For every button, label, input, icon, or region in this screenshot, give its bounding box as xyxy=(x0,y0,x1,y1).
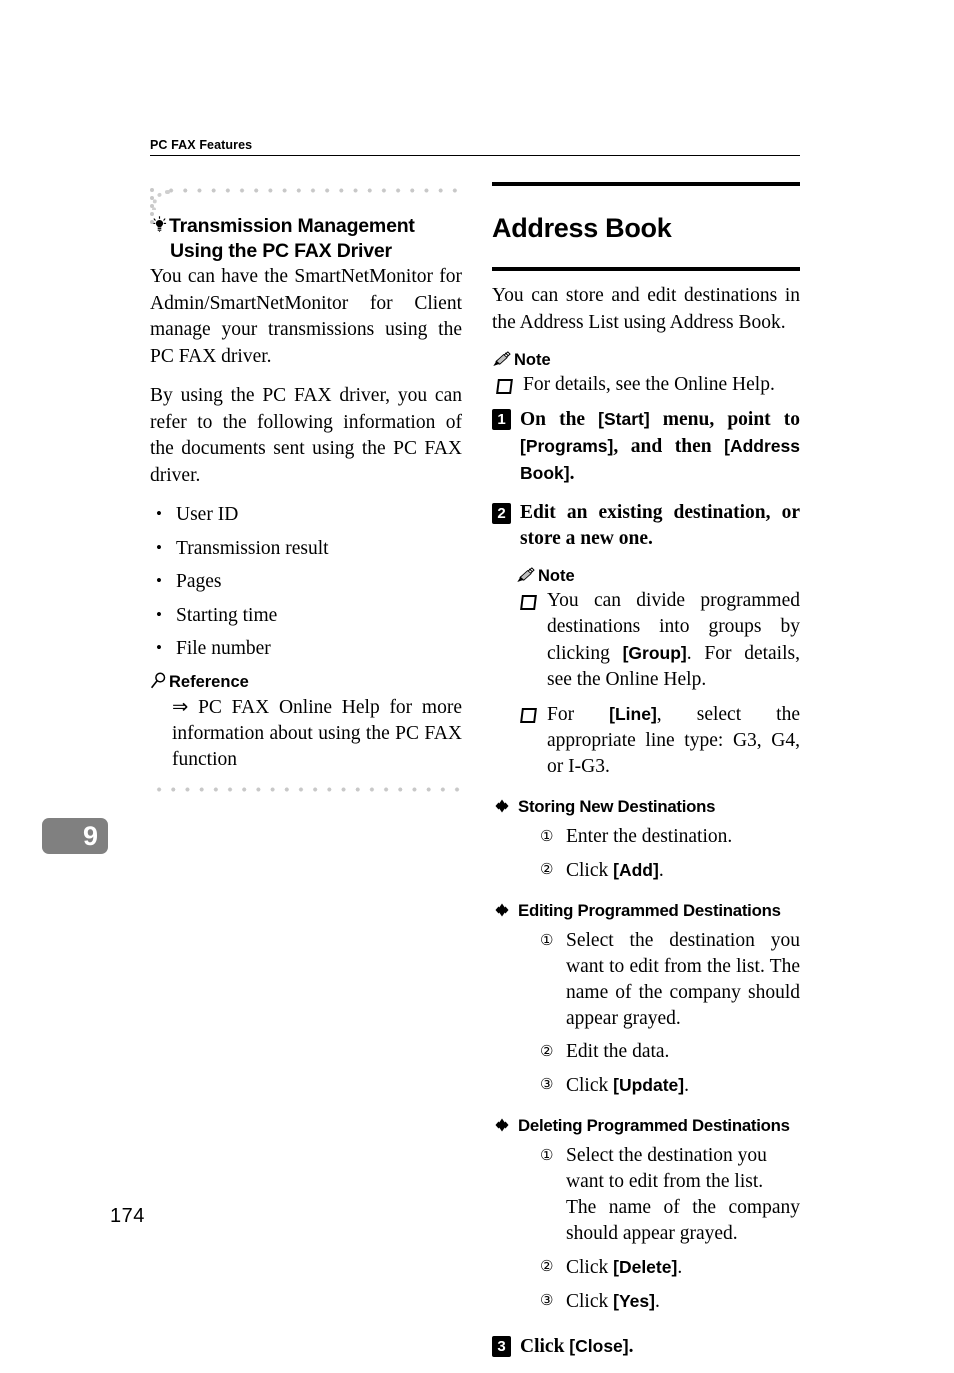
list-item-text: Enter the destination. xyxy=(566,826,733,848)
list-item: File number xyxy=(150,635,462,663)
list-item: ① Enter the destination. xyxy=(540,824,800,850)
subsection-title: Deleting Programmed Destinations xyxy=(518,1116,790,1136)
tip-title-line1: Transmission Management xyxy=(169,215,415,237)
subsection-title: Editing Programmed Destinations xyxy=(518,901,781,921)
subsection-title: Storing New Destinations xyxy=(518,797,716,817)
running-head-rule xyxy=(150,155,800,156)
list-item: ③ Click [Update]. xyxy=(540,1072,800,1099)
list-item-text: Click [Yes]. xyxy=(566,1291,660,1313)
step-3-text: Click [Close]. xyxy=(520,1336,634,1358)
step-1: 1 On the [Start] menu, point to [Program… xyxy=(492,406,800,487)
lightbulb-icon xyxy=(150,216,169,235)
magnifier-icon xyxy=(150,672,168,690)
note-heading: Note xyxy=(492,349,800,371)
list-item-text-line-a: Select the destination you want to edit … xyxy=(566,1145,767,1193)
step-number: 1 xyxy=(492,409,511,431)
list-item: ① Select the destination you want to edi… xyxy=(540,1143,800,1247)
list-item-text-line-b: The name of the company should appear gr… xyxy=(566,1197,800,1245)
subsection-heading-editing: Editing Programmed Destinations xyxy=(492,900,800,922)
list-item: You can divide programmed destinations i… xyxy=(516,588,800,693)
step-1-text: On the [Start] menu, point to [Programs]… xyxy=(520,409,800,485)
tip-title-line2: Using the PC FAX Driver xyxy=(170,240,392,262)
list-item-text: Click [Delete]. xyxy=(566,1257,683,1279)
keycap-start: [Start] xyxy=(598,409,650,430)
list-item: ③ Click [Yes]. xyxy=(540,1288,800,1315)
circled-number: ① xyxy=(540,1148,554,1165)
keycap-programs: [Programs] xyxy=(520,436,614,457)
circled-number: ③ xyxy=(540,1293,554,1310)
keycap-update: [Update] xyxy=(613,1075,685,1096)
tip-paragraph-2: By using the PC FAX driver, you can refe… xyxy=(150,385,462,486)
circled-number: ② xyxy=(540,862,554,879)
pencil-icon xyxy=(492,351,511,367)
section-rule-bottom xyxy=(492,267,800,272)
keycap-add: [Add] xyxy=(613,860,659,881)
reference-label: Reference xyxy=(169,672,249,691)
diamond-icon xyxy=(494,1117,510,1133)
circled-number: ① xyxy=(540,933,554,950)
list-item-text: Click [Add]. xyxy=(566,860,664,882)
note-list: You can divide programmed destinations i… xyxy=(492,588,800,780)
tip-box: Transmission Management Using the PC FAX… xyxy=(150,182,462,798)
circled-number: ③ xyxy=(540,1077,554,1094)
chapter-tab: 9 xyxy=(42,818,108,854)
subsection-list-storing: ① Enter the destination. ② Click [Add]. xyxy=(492,824,800,884)
step-3: 3 Click [Close]. xyxy=(492,1333,800,1360)
list-item-text: Click [Update]. xyxy=(566,1075,689,1097)
page-number: 174 xyxy=(110,1205,145,1227)
section-intro: You can store and edit destinations in t… xyxy=(492,285,800,333)
note-label: Note xyxy=(538,567,575,586)
subsection-list-editing: ① Select the destination you want to edi… xyxy=(492,928,800,1099)
tip-box-bottom-border xyxy=(150,786,462,792)
right-column: Address Book You can store and edit dest… xyxy=(492,182,800,1373)
left-column: Transmission Management Using the PC FAX… xyxy=(150,182,462,798)
note-label: Note xyxy=(514,351,551,370)
list-item: For details, see the Online Help. xyxy=(492,372,800,398)
running-head-text: PC FAX Features xyxy=(150,138,253,152)
list-item: ① Select the destination you want to edi… xyxy=(540,928,800,1032)
subsection-list-deleting: ① Select the destination you want to edi… xyxy=(492,1143,800,1315)
running-head: PC FAX Features xyxy=(150,138,800,156)
keycap-close: [Close] xyxy=(569,1336,629,1357)
list-item: ② Edit the data. xyxy=(540,1039,800,1065)
pencil-icon xyxy=(516,567,535,583)
keycap-line: [Line] xyxy=(609,704,657,725)
list-item-text: Edit the data. xyxy=(566,1041,670,1063)
tip-title: Transmission Management Using the PC FAX… xyxy=(150,214,462,264)
list-item-text: Select the destination you want to edit … xyxy=(566,930,800,1030)
note-list: For details, see the Online Help. xyxy=(492,372,800,398)
list-item: Pages xyxy=(150,568,462,596)
step-number: 3 xyxy=(492,1336,511,1358)
list-item: ② Click [Delete]. xyxy=(540,1254,800,1281)
subsection-heading-deleting: Deleting Programmed Destinations xyxy=(492,1115,800,1137)
tip-bullet-list: User ID Transmission result Pages Starti… xyxy=(150,501,462,663)
list-item: ② Click [Add]. xyxy=(540,857,800,884)
subsection-heading-storing: Storing New Destinations xyxy=(492,796,800,818)
step-number: 2 xyxy=(492,503,511,525)
step-2: 2 Edit an existing destination, or store… xyxy=(492,500,800,552)
tip-box-top-border xyxy=(162,188,462,193)
keycap-delete: [Delete] xyxy=(613,1257,678,1278)
section-rule-top xyxy=(492,182,800,186)
list-item: Starting time xyxy=(150,602,462,630)
keycap-yes: [Yes] xyxy=(613,1291,655,1312)
keycap-group: [Group] xyxy=(622,643,687,664)
reference-body: ⇒ PC FAX Online Help for more informatio… xyxy=(172,696,462,770)
page-title: Address Book xyxy=(492,213,672,244)
diamond-icon xyxy=(494,798,510,814)
reference-heading: Reference xyxy=(150,671,462,693)
list-item: For [Line], select the appropriate line … xyxy=(516,701,800,780)
circled-number: ② xyxy=(540,1259,554,1276)
list-item: User ID xyxy=(150,501,462,529)
circled-number: ② xyxy=(540,1044,554,1061)
note-heading: Note xyxy=(492,565,800,587)
tip-paragraph-1: You can have the SmartNetMonitor for Adm… xyxy=(150,266,462,367)
list-item: Transmission result xyxy=(150,535,462,563)
step-2-text: Edit an existing destination, or store a… xyxy=(520,502,800,550)
diamond-icon xyxy=(494,902,510,918)
circled-number: ① xyxy=(540,829,554,846)
